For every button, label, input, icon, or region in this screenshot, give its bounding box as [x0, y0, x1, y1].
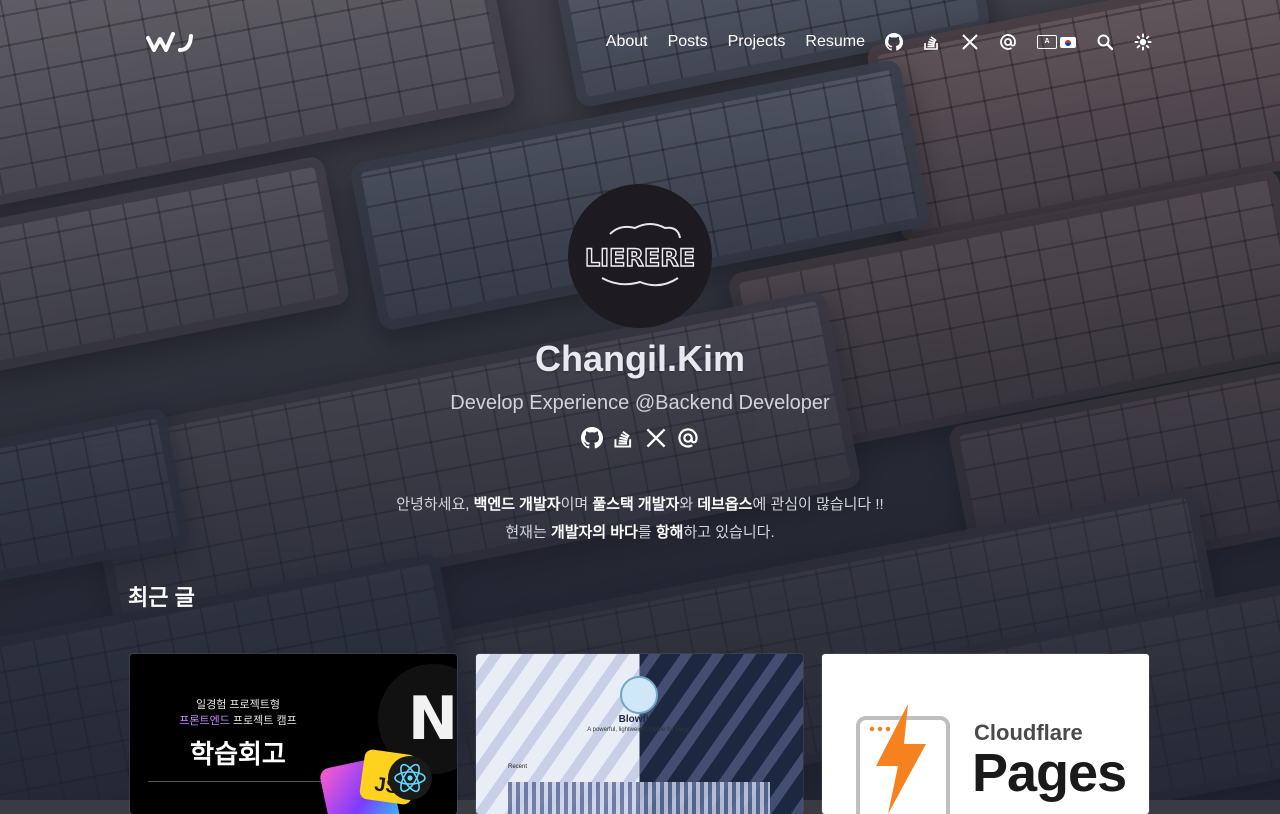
nav-about[interactable]: About: [606, 33, 648, 51]
profile-intro: 안녕하세요, 백엔드 개발자이며 풀스택 개발자와 데브옵스에 관심이 많습니다…: [0, 491, 1280, 547]
intro-text: 이며: [560, 496, 593, 513]
logo-mark-icon: [146, 32, 193, 52]
card-section-label: Recent: [508, 764, 528, 770]
profile-socials: [0, 427, 1280, 449]
theme-toggle-icon[interactable]: [1134, 33, 1152, 51]
avatar: LIERERE: [568, 184, 712, 328]
korea-flag-icon: [1060, 36, 1076, 48]
intro-highlight: 백엔드 개발자: [473, 496, 561, 513]
card-divider: [148, 781, 328, 782]
intro-text: 현재는: [505, 524, 551, 541]
card-program-accent: 프론트엔드: [179, 715, 230, 727]
recent-posts-list: 일경험 프로젝트형 프론트엔드 프로젝트 캠프 학습회고 N JS Blowfi…: [130, 654, 1149, 814]
intro-text: 와: [679, 496, 698, 513]
card-subtitle: A powerful, lightweight theme for Hugo.: [587, 727, 692, 733]
recent-posts-title: 최근 글: [128, 585, 195, 610]
nav-resume[interactable]: Resume: [805, 33, 865, 51]
card-preview-tiles: [508, 782, 770, 814]
post-card-blowfish[interactable]: Blowfish A powerful, lightweight theme f…: [476, 654, 803, 814]
github-icon[interactable]: [581, 427, 603, 449]
svg-text:LIERERE: LIERERE: [585, 244, 695, 272]
intro-highlight: 항해: [655, 524, 684, 541]
intro-highlight: 개발자의 바다: [550, 524, 638, 541]
post-card-cloudflare-pages[interactable]: Cloudflare Pages: [822, 654, 1149, 814]
x-icon[interactable]: [961, 33, 979, 51]
intro-text: 에 관심이 많습니다 !!: [752, 496, 884, 513]
main-nav: About Posts Projects Resume A: [606, 33, 1152, 51]
at-icon[interactable]: [677, 427, 699, 449]
x-icon[interactable]: [645, 427, 667, 449]
lightning-bolt-icon: [876, 704, 926, 814]
react-logo-icon: [388, 756, 432, 800]
post-card-retrospective[interactable]: 일경험 프로젝트형 프론트엔드 프로젝트 캠프 학습회고 N JS: [130, 654, 457, 814]
card-program: 프론트엔드 프로젝트 캠프: [130, 712, 346, 728]
intro-text: 를: [637, 524, 656, 541]
intro-line-1: 안녕하세요, 백엔드 개발자이며 풀스택 개발자와 데브옵스에 관심이 많습니다…: [0, 491, 1280, 519]
card-product: Pages: [972, 743, 1127, 803]
site-header: About Posts Projects Resume A: [0, 0, 1280, 84]
language-box-icon: A: [1037, 35, 1057, 49]
at-icon[interactable]: [999, 33, 1017, 51]
intro-highlight: 데브옵스: [697, 496, 753, 513]
nav-posts[interactable]: Posts: [668, 33, 708, 51]
blowfish-logo-icon: [620, 676, 658, 714]
avatar-logo-icon: LIERERE: [584, 223, 696, 287]
profile-name: Changil.Kim: [534, 338, 745, 379]
card-brand: Blowfish: [618, 714, 661, 725]
language-switch[interactable]: A: [1037, 35, 1076, 49]
intro-text: 안녕하세요,: [396, 496, 474, 513]
stackoverflow-icon[interactable]: [923, 33, 941, 51]
github-icon[interactable]: [885, 33, 903, 51]
card-program-rest: 프로젝트 캠프: [229, 715, 297, 727]
intro-highlight: 풀스택 개발자: [592, 496, 680, 513]
nav-projects[interactable]: Projects: [728, 33, 786, 51]
search-icon[interactable]: [1096, 33, 1114, 51]
profile-hero: LIERERE Changil.Kim Develop Experience @…: [0, 184, 1280, 547]
card-title: 학습회고: [190, 739, 286, 769]
intro-text: 하고 있습니다.: [683, 524, 775, 541]
stackoverflow-icon[interactable]: [613, 427, 635, 449]
card-subtitle: 일경험 프로젝트형: [195, 699, 280, 711]
profile-tagline: Develop Experience @Backend Developer: [450, 392, 830, 414]
intro-line-2: 현재는 개발자의 바다를 항해하고 있습니다.: [0, 519, 1280, 547]
site-logo[interactable]: [146, 30, 194, 54]
